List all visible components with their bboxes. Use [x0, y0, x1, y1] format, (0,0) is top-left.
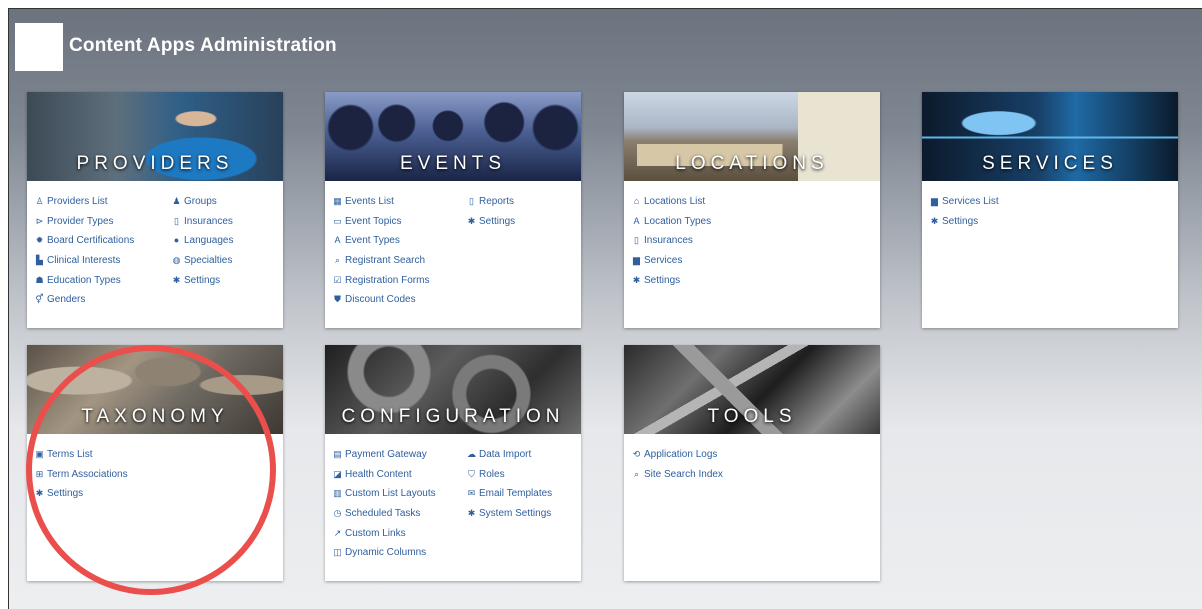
groups-link[interactable]: ♟ Groups [172, 195, 216, 208]
user-md-icon: ♙ [35, 196, 44, 206]
envelope-icon: ✉ [467, 488, 476, 498]
clock-icon: ◷ [333, 508, 342, 518]
locations-settings-link[interactable]: ✱ Settings [632, 274, 680, 287]
providers-title: PROVIDERS [76, 153, 234, 174]
folder-icon: ▭ [333, 216, 342, 226]
insurances-link[interactable]: ▯ Insurances [172, 215, 233, 228]
locations-card: LOCATIONS ⌂ Locations List A Location Type… [624, 92, 880, 328]
briefcase-icon: ▆ [633, 255, 640, 265]
services-list-link[interactable]: ▆ Services List [930, 195, 999, 208]
genders-link[interactable]: ⚥ Genders [35, 293, 85, 306]
gear-icon: ✱ [467, 508, 476, 518]
font-icon: A [633, 216, 640, 226]
tools-card: TOOLS ⟲ Application Logs ⌕ Site Search Ind… [624, 345, 880, 581]
clinical-interests-link[interactable]: ▙ Clinical Interests [35, 254, 120, 267]
data-import-link[interactable]: ☁ Data Import [467, 448, 531, 461]
event-topics-link[interactable]: ▭ Event Topics [333, 215, 401, 228]
provider-types-link[interactable]: ⊳ Provider Types [35, 215, 114, 228]
email-templates-link[interactable]: ✉ Email Templates [467, 487, 552, 500]
events-settings-link[interactable]: ✱ Settings [467, 215, 515, 228]
registrant-search-link[interactable]: ⌕ Registrant Search [333, 254, 425, 267]
location-services-link[interactable]: ▆ Services [632, 254, 682, 267]
globe-icon: ● [173, 235, 180, 245]
locations-title: LOCATIONS [675, 153, 829, 174]
board-certifications-link[interactable]: ✹ Board Certifications [35, 234, 135, 247]
providers-settings-link[interactable]: ✱ Settings [172, 274, 220, 287]
search-icon: ⌕ [633, 469, 640, 479]
configuration-banner[interactable]: CONFIGURATION [325, 345, 581, 434]
venus-mars-icon: ⚥ [35, 294, 44, 304]
site-search-index-link[interactable]: ⌕ Site Search Index [632, 468, 723, 481]
th-list-icon: ▥ [333, 488, 342, 498]
gear-icon: ✱ [632, 275, 641, 285]
file-icon: ▯ [634, 235, 639, 245]
users-icon: ♟ [172, 196, 181, 206]
configuration-card: CONFIGURATION ▤ Payment Gateway ◪ Health C… [325, 345, 581, 581]
tools-banner[interactable]: TOOLS [624, 345, 880, 434]
system-settings-link[interactable]: ✱ System Settings [467, 507, 552, 520]
book-icon: ◪ [333, 469, 342, 479]
health-content-link[interactable]: ◪ Health Content [333, 468, 411, 481]
font-icon: A [334, 235, 341, 245]
gear-icon: ✱ [467, 216, 476, 226]
gear-icon: ✱ [930, 216, 939, 226]
stethoscope-icon: ◍ [172, 255, 181, 265]
events-list-link[interactable]: ▦ Events List [333, 195, 394, 208]
tools-title: TOOLS [707, 406, 797, 427]
location-types-link[interactable]: A Location Types [632, 215, 711, 228]
discount-codes-link[interactable]: ⛊ Discount Codes [333, 293, 415, 306]
events-title: EVENTS [399, 153, 507, 174]
education-types-link[interactable]: ☗ Education Types [35, 274, 120, 287]
scheduled-tasks-link[interactable]: ◷ Scheduled Tasks [333, 507, 421, 520]
admin-page: Content Apps Administration PROVIDERS ♙ P… [8, 8, 1202, 609]
gear-icon: ✱ [172, 275, 181, 285]
file-icon: ▯ [174, 216, 179, 226]
university-icon: ☗ [35, 275, 44, 285]
events-banner[interactable]: EVENTS [325, 92, 581, 181]
application-logs-link[interactable]: ⟲ Application Logs [632, 448, 718, 461]
history-icon: ⟲ [632, 449, 641, 459]
page-title: Content Apps Administration [69, 35, 337, 56]
shield-icon: ⛉ [468, 469, 475, 479]
languages-link[interactable]: ● Languages [172, 234, 234, 247]
dynamic-columns-link[interactable]: ◫ Dynamic Columns [333, 546, 426, 559]
reports-link[interactable]: ▯ Reports [467, 195, 514, 208]
certificate-icon: ✹ [35, 235, 44, 245]
custom-list-layouts-link[interactable]: ▥ Custom List Layouts [333, 487, 435, 500]
locations-banner[interactable]: LOCATIONS [624, 92, 880, 181]
location-insurances-link[interactable]: ▯ Insurances [632, 234, 693, 247]
services-banner[interactable]: SERVICES [922, 92, 1178, 181]
calendar-icon: ▦ [333, 196, 342, 206]
clipboard-icon: ▙ [36, 255, 43, 265]
services-title: SERVICES [982, 153, 1118, 174]
services-settings-link[interactable]: ✱ Settings [930, 215, 978, 228]
event-types-link[interactable]: A Event Types [333, 234, 399, 247]
file-icon: ▯ [469, 196, 474, 206]
credit-card-icon: ▤ [333, 449, 342, 459]
providers-list-link[interactable]: ♙ Providers List [35, 195, 107, 208]
cloud-upload-icon: ☁ [467, 449, 476, 459]
locations-list-link[interactable]: ⌂ Locations List [632, 195, 705, 208]
check-square-icon: ☑ [333, 275, 342, 285]
services-card: SERVICES ▆ Services List ✱ Settings [922, 92, 1178, 328]
building-icon: ⌂ [633, 196, 640, 206]
highlight-circle-annotation [26, 345, 276, 595]
search-icon: ⌕ [334, 255, 341, 265]
columns-icon: ◫ [333, 547, 342, 557]
shield-icon: ⛊ [334, 294, 341, 304]
logo [15, 23, 63, 71]
custom-links-link[interactable]: ↗ Custom Links [333, 527, 406, 540]
providers-banner[interactable]: PROVIDERS [27, 92, 283, 181]
roles-link[interactable]: ⛉ Roles [467, 468, 504, 481]
configuration-title: CONFIGURATION [341, 406, 565, 427]
specialties-link[interactable]: ◍ Specialties [172, 254, 233, 267]
external-link-icon: ↗ [333, 528, 342, 538]
providers-card: PROVIDERS ♙ Providers List ⊳ Provider Type… [27, 92, 283, 328]
events-card: EVENTS ▦ Events List ▭ Event Topics A Event… [325, 92, 581, 328]
tags-icon: ⊳ [35, 216, 44, 226]
briefcase-icon: ▆ [931, 196, 938, 206]
payment-gateway-link[interactable]: ▤ Payment Gateway [333, 448, 426, 461]
registration-forms-link[interactable]: ☑ Registration Forms [333, 274, 429, 287]
